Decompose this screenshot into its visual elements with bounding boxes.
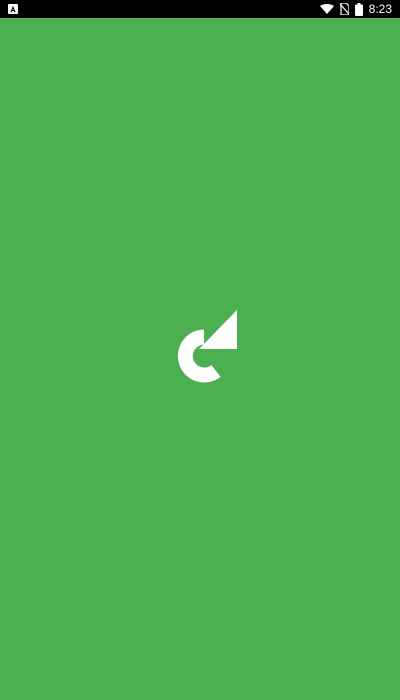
notification-a-icon xyxy=(8,4,18,14)
refresh-icon xyxy=(161,308,241,388)
splash-screen: 8:23 xyxy=(0,0,400,700)
no-sim-icon xyxy=(339,3,349,15)
status-time: 8:23 xyxy=(368,2,392,16)
battery-icon xyxy=(354,2,363,16)
status-left xyxy=(8,4,18,14)
status-right: 8:23 xyxy=(319,0,392,18)
status-bar: 8:23 xyxy=(0,0,400,18)
wifi-icon xyxy=(319,4,334,14)
